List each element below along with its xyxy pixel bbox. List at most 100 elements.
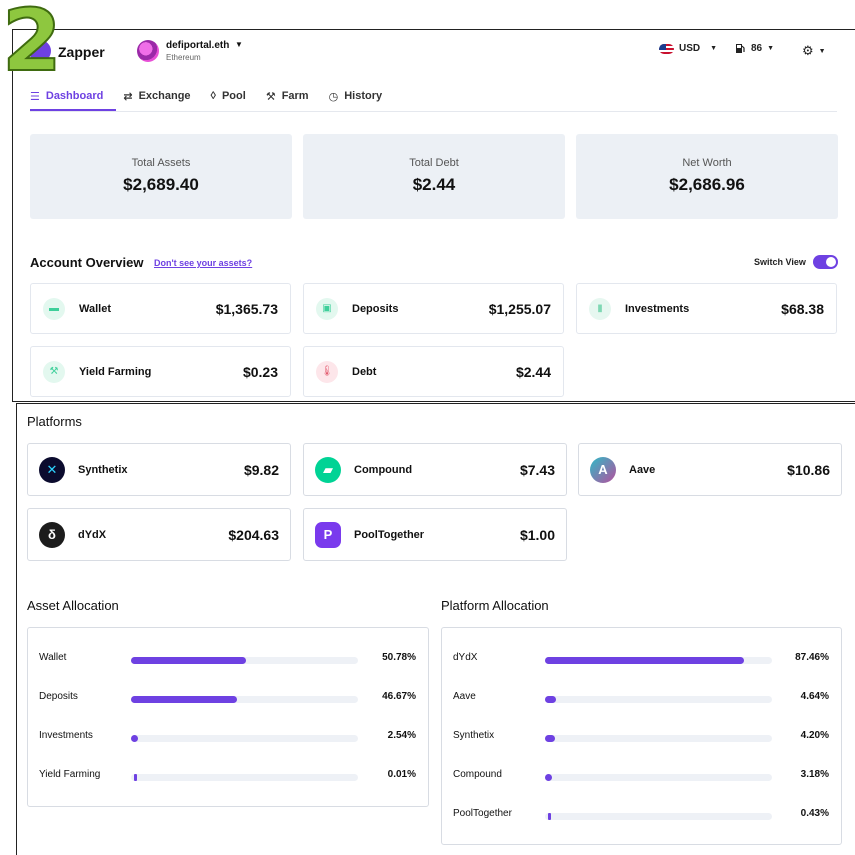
- account-overview-title: Account Overview: [30, 255, 144, 270]
- pooltogether-logo-icon: P: [315, 521, 341, 548]
- card-value: $1,365.73: [215, 300, 278, 317]
- platform-value: $9.82: [243, 461, 279, 478]
- allocation-row: Aave 4.64%: [442, 691, 841, 707]
- stat-label: Total Assets: [131, 157, 191, 169]
- deposit-box-icon: ▣: [316, 297, 338, 320]
- allocation-track: [545, 696, 772, 703]
- stat-value: $2,686.96: [669, 175, 745, 194]
- tractor-icon: ⚒: [265, 90, 276, 103]
- platform-card-synthetix[interactable]: ✕ Synthetix $9.82: [27, 443, 291, 496]
- synthetix-logo-icon: ✕: [39, 456, 65, 483]
- allocation-name: Compound: [453, 769, 502, 780]
- platform-allocation-title: Platform Allocation: [441, 598, 549, 613]
- tab-farm[interactable]: ⚒ Farm: [266, 87, 309, 105]
- card-name: Yield Farming: [79, 365, 152, 378]
- allocation-row: Compound 3.18%: [442, 769, 841, 785]
- tab-label: Exchange: [138, 90, 191, 102]
- missing-assets-link[interactable]: Don't see your assets?: [154, 258, 252, 268]
- swap-arrows-icon: ⇄: [123, 90, 133, 103]
- tab-label: Dashboard: [45, 90, 104, 102]
- overview-card-deposits[interactable]: ▣ Deposits $1,255.07: [303, 283, 564, 334]
- droplet-icon: ◊: [210, 90, 216, 102]
- allocation-row: Investments 2.54%: [28, 730, 428, 746]
- brand-name[interactable]: Zapper: [58, 44, 105, 60]
- platform-card-pooltogether[interactable]: P PoolTogether $1.00: [303, 508, 567, 561]
- gas-selector[interactable]: 86 ▼: [735, 43, 774, 54]
- stat-total-debt: Total Debt $2.44: [303, 134, 565, 219]
- allocation-percent: 46.67%: [382, 691, 416, 702]
- allocation-bar: [131, 696, 237, 703]
- allocation-name: Yield Farming: [39, 769, 101, 780]
- stat-total-assets: Total Assets $2,689.40: [30, 134, 292, 219]
- allocation-track: [131, 774, 358, 781]
- allocation-track: [545, 735, 772, 742]
- allocation-track: [545, 774, 772, 781]
- compound-logo-icon: ▰: [315, 456, 341, 483]
- card-value: $1,255.07: [488, 300, 551, 317]
- allocation-bar: [545, 696, 556, 703]
- account-avatar[interactable]: [137, 40, 159, 62]
- allocation-bar: [548, 813, 551, 820]
- allocation-percent: 50.78%: [382, 652, 416, 663]
- allocation-percent: 4.64%: [800, 691, 829, 702]
- switch-view-toggle[interactable]: [813, 255, 838, 269]
- platform-name: dYdX: [78, 528, 107, 541]
- tractor-icon: ⚒: [43, 360, 65, 383]
- allocation-percent: 2.54%: [387, 730, 416, 741]
- allocation-name: Aave: [453, 691, 476, 702]
- thermometer-icon: 🌡︎: [316, 360, 338, 383]
- bar-chart-icon: ▮: [589, 297, 611, 320]
- allocation-row: Deposits 46.67%: [28, 691, 428, 707]
- card-name: Investments: [625, 302, 690, 315]
- chevron-down-icon: ▼: [767, 45, 775, 52]
- wallet-icon: ▬: [43, 297, 65, 320]
- allocation-bar: [131, 735, 138, 742]
- chevron-down-icon: ▼: [710, 45, 718, 52]
- overview-card-wallet[interactable]: ▬ Wallet $1,365.73: [30, 283, 291, 334]
- tab-label: History: [344, 90, 383, 102]
- platform-allocation-panel: dYdX 87.46% Aave 4.64% Synthetix 4.20% C…: [441, 627, 842, 845]
- platform-card-compound[interactable]: ▰ Compound $7.43: [303, 443, 567, 496]
- overview-card-investments[interactable]: ▮ Investments $68.38: [576, 283, 837, 334]
- platform-value: $1.00: [519, 526, 555, 543]
- allocation-name: PoolTogether: [453, 808, 512, 819]
- overview-card-yield-farming[interactable]: ⚒ Yield Farming $0.23: [30, 346, 291, 397]
- stat-value: $2,689.40: [123, 175, 199, 194]
- layers-icon: ☰: [30, 90, 40, 103]
- gear-icon: ⚙: [802, 43, 814, 58]
- settings-menu[interactable]: ⚙ ▼: [802, 43, 826, 59]
- tab-exchange[interactable]: ⇄ Exchange: [123, 87, 190, 105]
- platform-card-dydx[interactable]: δ dYdX $204.63: [27, 508, 291, 561]
- us-flag-icon: [659, 43, 674, 54]
- allocation-track: [545, 657, 772, 664]
- allocation-bar: [545, 657, 744, 664]
- allocation-bar: [545, 774, 553, 781]
- nav-divider: [30, 111, 837, 112]
- chevron-down-icon[interactable]: ▼: [235, 40, 243, 49]
- platform-card-aave[interactable]: A Aave $10.86: [578, 443, 842, 496]
- platform-value: $7.43: [519, 461, 555, 478]
- allocation-track: [131, 657, 358, 664]
- card-value: $68.38: [781, 300, 824, 317]
- currency-selector[interactable]: USD ▼: [659, 43, 717, 54]
- stat-value: $2.44: [412, 175, 456, 194]
- stage: { "step_number": "2", "header": { "brand…: [0, 0, 855, 855]
- card-name: Wallet: [79, 302, 111, 315]
- overview-card-debt[interactable]: 🌡︎ Debt $2.44: [303, 346, 564, 397]
- account-name[interactable]: defiportal.eth: [166, 40, 229, 51]
- tab-pool[interactable]: ◊ Pool: [211, 87, 246, 105]
- chevron-down-icon: ▼: [818, 47, 826, 55]
- platform-name: Aave: [629, 463, 656, 476]
- allocation-percent: 0.01%: [387, 769, 416, 780]
- allocation-row: Wallet 50.78%: [28, 652, 428, 668]
- step-number-badge: 2: [1, 0, 63, 91]
- platform-value: $10.86: [787, 461, 830, 478]
- allocation-name: Investments: [39, 730, 93, 741]
- card-name: Deposits: [352, 302, 399, 315]
- allocation-name: Wallet: [39, 652, 67, 663]
- allocation-name: dYdX: [453, 652, 478, 663]
- tab-history[interactable]: ◷ History: [329, 87, 383, 105]
- clock-icon: ◷: [328, 90, 339, 103]
- allocation-track: [131, 696, 358, 703]
- platform-name: Compound: [354, 463, 413, 476]
